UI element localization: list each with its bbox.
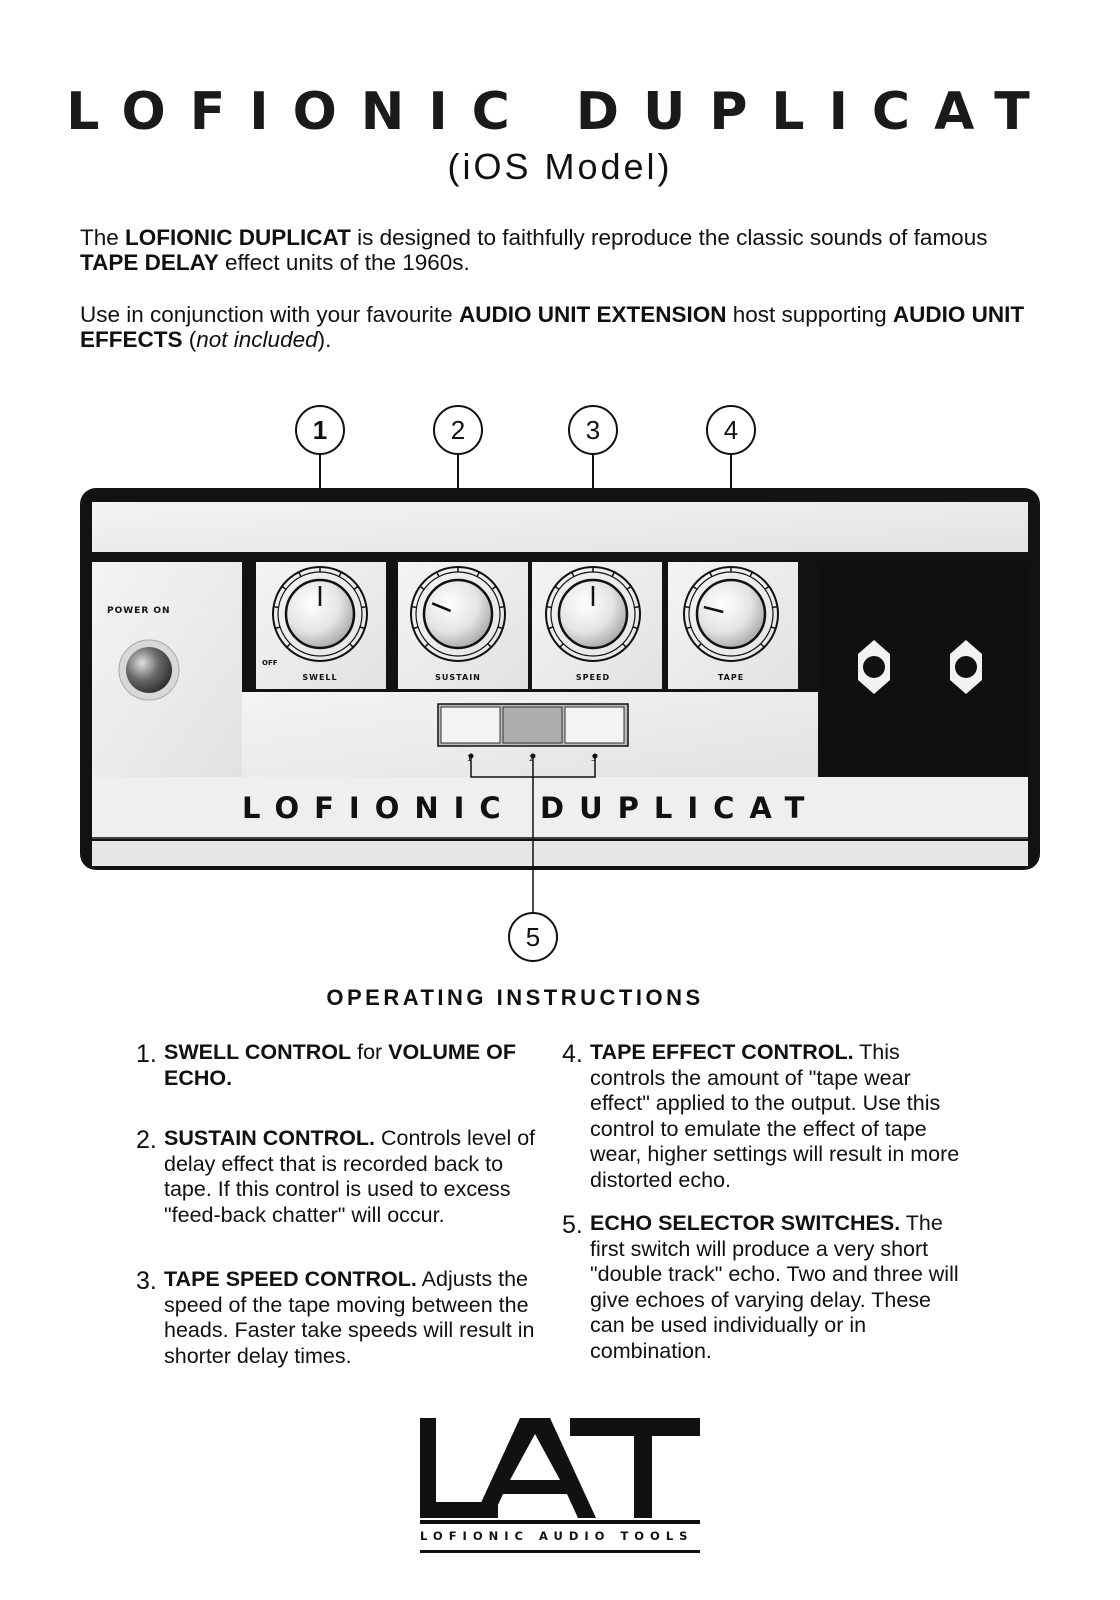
knob-label: SUSTAIN [435, 673, 481, 682]
echo-switch-1[interactable] [440, 706, 501, 744]
panel-brand-left: LOFIONIC [242, 791, 516, 825]
instruction-number: 5. [562, 1211, 583, 1239]
off-label: OFF [262, 659, 278, 667]
callout-number-1: 1 [313, 415, 327, 445]
product-title: LOFIONIC DUPLICAT [66, 82, 1054, 142]
power-button[interactable] [126, 647, 172, 693]
switch-label-3: 3 [591, 754, 596, 763]
knob-tape[interactable]: TAPE [668, 562, 798, 689]
instruction-item-5: 5. ECHO SELECTOR SWITCHES. The first swit… [562, 1211, 959, 1363]
instructions-heading: OPERATING INSTRUCTIONS [326, 985, 704, 1010]
switch-label-2: 2 [529, 754, 534, 763]
lat-logo-mark [420, 1418, 700, 1518]
knob-label: SPEED [576, 673, 610, 682]
panel-brand-right: DUPLICAT [540, 791, 819, 825]
instruction-number: 3. [136, 1267, 157, 1295]
intro-paragraph-2: Use in conjunction with your favourite A… [80, 302, 1025, 352]
intro-auv3-host: AUDIO UNIT EXTENSION [458, 302, 727, 327]
instruction-number: 1. [136, 1040, 157, 1068]
instruction-item-2: 2. SUSTAIN CONTROL. Controls level of del… [136, 1126, 536, 1227]
knob-swell[interactable]: SWELL [256, 562, 386, 689]
switch-label-1: 1 [467, 754, 472, 763]
knob-label: SWELL [302, 673, 337, 682]
instruction-item-1: 1. SWELL CONTROL for VOLUME OF ECHO. [136, 1040, 516, 1090]
echo-switch-3[interactable] [564, 706, 625, 744]
intro-not-included: not included [196, 327, 318, 352]
knob-speed[interactable]: SPEED [532, 562, 662, 689]
callout-number-2: 2 [451, 415, 465, 445]
echo-switch-2[interactable] [502, 706, 563, 744]
knob-sustain[interactable]: SUSTAIN [398, 562, 528, 689]
device-panel-diagram: POWER ON SWELL SUSTAIN SPEED TAPE OFF 1 2 3… [80, 405, 1040, 962]
instruction-number: 2. [136, 1126, 157, 1154]
lat-logo-subtitle: LOFIONIC AUDIO TOOLS [420, 1529, 694, 1543]
intro-paragraph-1: The LOFIONIC DUPLICAT is designed to fai… [80, 225, 988, 275]
power-label: POWER ON [107, 606, 171, 616]
callout-number-3: 3 [586, 415, 600, 445]
instruction-item-4: 4. TAPE EFFECT CONTROL. This controls the… [562, 1040, 960, 1192]
jack-plate [820, 562, 1028, 777]
instruction-item-3: 3. TAPE SPEED CONTROL. Adjusts the speed … [136, 1267, 535, 1368]
callout-number-4: 4 [724, 415, 738, 445]
callout-number-5: 5 [526, 922, 540, 952]
intro-tape-delay: TAPE DELAY [80, 250, 219, 275]
product-subtitle: (iOS Model) [447, 146, 673, 187]
lat-logo: LOFIONIC AUDIO TOOLS [420, 1418, 700, 1566]
instruction-number: 4. [562, 1040, 583, 1068]
knob-label: TAPE [718, 673, 744, 682]
intro-product-name: LOFIONIC DUPLICAT [125, 225, 351, 250]
